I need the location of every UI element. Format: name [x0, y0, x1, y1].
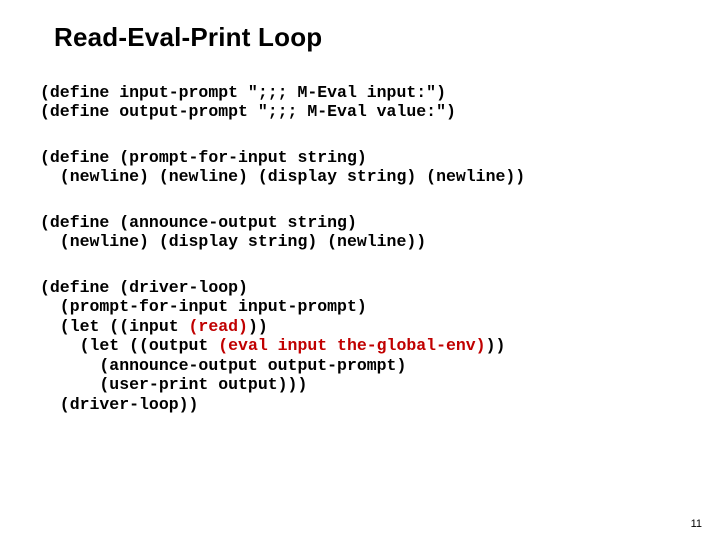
- code-block-driver-loop: (define (driver-loop) (prompt-for-input …: [40, 278, 680, 414]
- code-line: (define input-prompt ";;; M-Eval input:"…: [40, 83, 446, 102]
- code-read-call: (read): [189, 317, 248, 336]
- code-line: (define (prompt-for-input string): [40, 148, 367, 167]
- code-line-part: (let ((output: [40, 336, 218, 355]
- code-line: (define (announce-output string): [40, 213, 357, 232]
- code-line: (user-print output))): [40, 375, 307, 394]
- code-block-announce-output: (define (announce-output string) (newlin…: [40, 213, 680, 252]
- code-line: (announce-output output-prompt): [40, 356, 406, 375]
- code-line: (prompt-for-input input-prompt): [40, 297, 367, 316]
- code-block-defines-prompts: (define input-prompt ";;; M-Eval input:"…: [40, 83, 680, 122]
- code-line-part: (let ((input: [40, 317, 189, 336]
- code-line-part: )): [248, 317, 268, 336]
- code-line: (driver-loop)): [40, 395, 198, 414]
- code-eval-call: (eval input the-global-env): [218, 336, 485, 355]
- code-line: (define output-prompt ";;; M-Eval value:…: [40, 102, 456, 121]
- code-line: (newline) (newline) (display string) (ne…: [40, 167, 525, 186]
- code-line: (newline) (display string) (newline)): [40, 232, 426, 251]
- code-line: (define (driver-loop): [40, 278, 248, 297]
- code-line-part: )): [486, 336, 506, 355]
- slide-title: Read-Eval-Print Loop: [54, 22, 680, 53]
- code-block-prompt-for-input: (define (prompt-for-input string) (newli…: [40, 148, 680, 187]
- page-number: 11: [691, 518, 702, 530]
- slide: Read-Eval-Print Loop (define input-promp…: [0, 0, 720, 540]
